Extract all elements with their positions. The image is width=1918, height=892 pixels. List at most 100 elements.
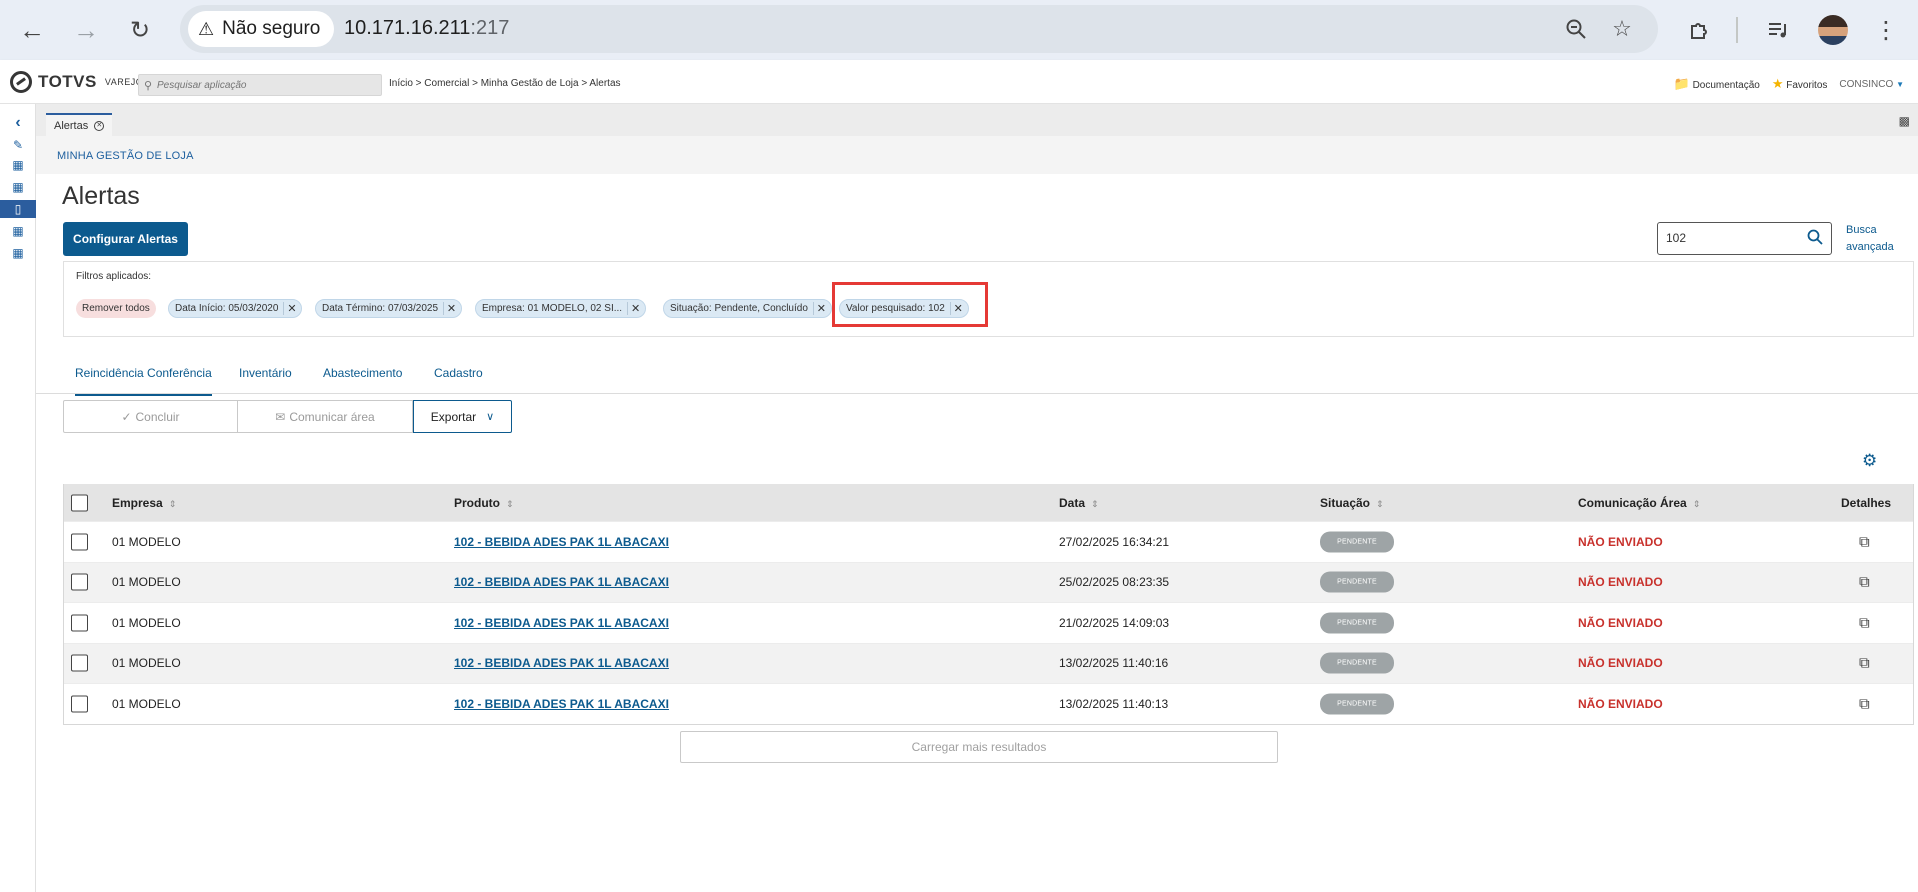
table-row[interactable]: 01 MODELO 102 - BEBIDA ADES PAK 1L ABACA…: [64, 683, 1913, 724]
window-list-icon[interactable]: ▩: [1899, 114, 1910, 128]
alert-search-input[interactable]: [1666, 231, 1806, 245]
table-icon[interactable]: ▦: [6, 222, 30, 240]
product-link[interactable]: 102 - BEBIDA ADES PAK 1L ABACAXI: [454, 697, 669, 711]
product-link[interactable]: 102 - BEBIDA ADES PAK 1L ABACAXI: [454, 575, 669, 589]
communication-status: NÃO ENVIADO: [1578, 575, 1663, 590]
filter-chip-end-date[interactable]: Data Término: 07/03/2025 ✕: [315, 299, 463, 318]
row-checkbox[interactable]: [71, 533, 88, 551]
folder-icon: 📁: [1673, 76, 1690, 91]
product-link[interactable]: 102 - BEBIDA ADES PAK 1L ABACAXI: [454, 535, 669, 549]
filter-chip-status[interactable]: Situação: Pendente, Concluído ✕: [663, 299, 832, 318]
search-icon[interactable]: [1807, 229, 1823, 250]
search-icon: ⚲: [143, 79, 153, 92]
close-icon[interactable]: ✕: [283, 302, 299, 315]
address-bar[interactable]: ⚠ Não seguro 10.171.16.211:217 ☆: [180, 5, 1658, 53]
communication-status: NÃO ENVIADO: [1578, 656, 1663, 671]
browser-menu-icon[interactable]: ⋮: [1870, 14, 1902, 46]
select-all-checkbox[interactable]: [71, 494, 88, 511]
product-link[interactable]: 102 - BEBIDA ADES PAK 1L ABACAXI: [454, 656, 669, 670]
table-row[interactable]: 01 MODELO 102 - BEBIDA ADES PAK 1L ABACA…: [64, 602, 1913, 643]
column-header-comunicacao-area[interactable]: Comunicação Área ⇕: [1578, 496, 1700, 510]
tab-reincidencia-conferencia[interactable]: Reincidência Conferência: [75, 366, 212, 396]
star-icon: ★: [1771, 76, 1784, 91]
tab-cadastro[interactable]: Cadastro: [434, 366, 483, 380]
column-header-data[interactable]: Data ⇕: [1059, 496, 1099, 510]
table-row[interactable]: 01 MODELO 102 - BEBIDA ADES PAK 1L ABACA…: [64, 561, 1913, 602]
app-header: TOTVS VAREJO ⚲ Início > Comercial > Minh…: [0, 60, 1918, 104]
remove-all-filters[interactable]: Remover todos: [76, 299, 156, 318]
security-chip[interactable]: ⚠ Não seguro: [188, 11, 335, 47]
row-checkbox[interactable]: [71, 695, 88, 713]
user-menu[interactable]: CONSINCO ▼: [1839, 79, 1904, 90]
cell-empresa: 01 MODELO: [112, 575, 181, 590]
gear-icon[interactable]: ⚙: [1862, 451, 1877, 471]
column-header-produto[interactable]: Produto ⇕: [454, 496, 514, 510]
tab-alertas[interactable]: Alertas ✕: [46, 113, 113, 136]
external-link-icon[interactable]: ⧉: [1859, 574, 1870, 591]
export-dropdown[interactable]: Exportar ∨: [413, 400, 512, 433]
reload-icon[interactable]: ↻: [124, 14, 156, 46]
media-queue-icon[interactable]: [1762, 14, 1794, 46]
url-text[interactable]: 10.171.16.211:217: [344, 17, 509, 40]
table-icon[interactable]: ▦: [6, 178, 30, 196]
table-row[interactable]: 01 MODELO 102 - BEBIDA ADES PAK 1L ABACA…: [64, 642, 1913, 683]
close-icon[interactable]: ✕: [443, 302, 459, 315]
filter-chip-company[interactable]: Empresa: 01 MODELO, 02 SI... ✕: [475, 299, 647, 318]
row-checkbox[interactable]: [71, 614, 88, 632]
close-icon[interactable]: ✕: [627, 302, 643, 315]
favorites-link[interactable]: ★ Favoritos: [1772, 76, 1828, 92]
external-link-icon[interactable]: ⧉: [1859, 695, 1870, 712]
documentation-link[interactable]: 📁 Documentação: [1674, 76, 1760, 92]
column-header-situacao[interactable]: Situação ⇕: [1320, 496, 1384, 510]
app-search[interactable]: ⚲: [138, 74, 382, 96]
profile-avatar[interactable]: [1818, 15, 1848, 45]
alert-search[interactable]: [1657, 222, 1832, 255]
forward-icon[interactable]: →: [70, 14, 102, 46]
table-icon[interactable]: ▦: [6, 244, 30, 262]
zoom-out-icon[interactable]: [1562, 15, 1590, 43]
check-icon: ✓: [121, 409, 132, 424]
back-icon[interactable]: ←: [16, 14, 48, 46]
external-link-icon[interactable]: ⧉: [1859, 533, 1870, 550]
sort-icon: ⇕: [506, 498, 514, 509]
module-name: MINHA GESTÃO DE LOJA: [57, 150, 194, 162]
alert-category-tabs: Reincidência Conferência Inventário Abas…: [36, 357, 1918, 396]
totvs-logo-mark: [10, 71, 32, 93]
tab-inventario[interactable]: Inventário: [239, 366, 292, 380]
close-icon[interactable]: ✕: [812, 302, 829, 315]
cell-empresa: 01 MODELO: [112, 696, 181, 711]
row-checkbox[interactable]: [71, 573, 88, 591]
filter-chip-start-date[interactable]: Data Início: 05/03/2020 ✕: [168, 299, 303, 318]
communicate-area-button[interactable]: ✉ Comunicar área: [238, 400, 413, 433]
conclude-button[interactable]: ✓ Concluir: [63, 400, 238, 433]
collapse-chevron-icon[interactable]: ‹: [6, 114, 30, 132]
pencil-icon[interactable]: ✎: [6, 136, 30, 154]
sort-icon: ⇕: [1692, 498, 1701, 509]
app-search-input[interactable]: [157, 79, 367, 91]
configure-alerts-button[interactable]: Configurar Alertas: [63, 222, 188, 256]
external-link-icon[interactable]: ⧉: [1859, 655, 1870, 672]
row-checkbox[interactable]: [71, 654, 88, 672]
extensions-icon[interactable]: [1684, 14, 1716, 46]
cell-data: 25/02/2025 08:23:35: [1059, 575, 1170, 590]
sort-icon: ⇕: [168, 498, 177, 509]
mobile-icon[interactable]: ▯: [0, 200, 36, 218]
tab-abastecimento[interactable]: Abastecimento: [323, 366, 402, 380]
cell-empresa: 01 MODELO: [112, 615, 181, 630]
table-icon[interactable]: ▦: [6, 156, 30, 174]
totvs-logo[interactable]: TOTVS VAREJO: [10, 71, 143, 93]
advanced-search-link[interactable]: Busca avançada: [1846, 222, 1894, 256]
sort-icon: ⇕: [1091, 498, 1099, 509]
status-badge: PENDENTE: [1320, 571, 1394, 593]
table-row[interactable]: 01 MODELO 102 - BEBIDA ADES PAK 1L ABACA…: [64, 521, 1913, 562]
load-more-button[interactable]: Carregar mais resultados: [680, 731, 1278, 763]
breadcrumb[interactable]: Início > Comercial > Minha Gestão de Loj…: [389, 78, 621, 89]
product-link[interactable]: 102 - BEBIDA ADES PAK 1L ABACAXI: [454, 616, 669, 630]
status-badge: PENDENTE: [1320, 612, 1394, 634]
column-header-empresa[interactable]: Empresa ⇕: [112, 496, 176, 510]
bookmark-star-icon[interactable]: ☆: [1608, 15, 1636, 43]
external-link-icon[interactable]: ⧉: [1859, 614, 1870, 631]
cell-data: 27/02/2025 16:34:21: [1059, 534, 1170, 549]
close-tab-icon[interactable]: ✕: [94, 120, 105, 131]
page-title: Alertas: [62, 182, 140, 210]
